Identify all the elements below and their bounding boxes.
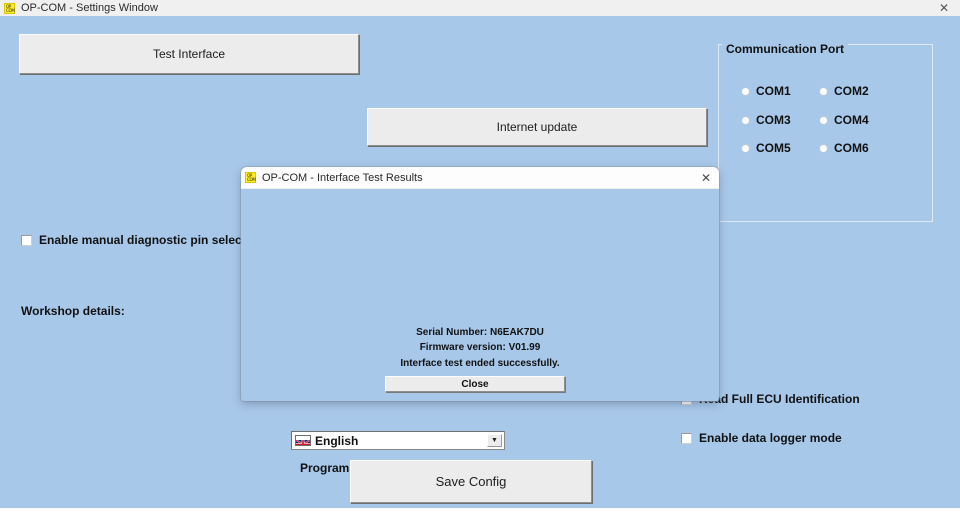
opcom-app-icon: OP COM bbox=[245, 172, 256, 183]
radio-label: COM3 bbox=[756, 113, 791, 127]
radio-icon bbox=[819, 86, 828, 96]
checkbox-label: Enable data logger mode bbox=[699, 431, 842, 445]
dialog-serial-number: Serial Number: N6EAK7DU bbox=[416, 327, 544, 338]
window-title: OP-COM - Settings Window bbox=[21, 2, 158, 14]
radio-com4[interactable]: COM4 bbox=[819, 113, 869, 127]
checkbox-manual-pin-selection[interactable]: Enable manual diagnostic pin selection bbox=[21, 233, 264, 247]
language-select[interactable]: English ▼ bbox=[291, 431, 505, 450]
workshop-details-label: Workshop details: bbox=[21, 304, 125, 318]
dialog-status-message: Interface test ended successfully. bbox=[400, 358, 560, 369]
settings-window: OP COM OP-COM - Settings Window ✕ Test In… bbox=[0, 0, 960, 515]
checkbox-label: Read Full ECU Identification bbox=[699, 392, 860, 406]
uk-flag-icon bbox=[295, 435, 311, 446]
radio-label: COM1 bbox=[756, 84, 791, 98]
interface-test-results-dialog: OP COM OP-COM - Interface Test Results ✕ … bbox=[241, 167, 719, 401]
radio-label: COM4 bbox=[834, 113, 869, 127]
radio-label: COM5 bbox=[756, 141, 791, 155]
language-selected-value: English bbox=[315, 433, 359, 448]
checkbox-enable-data-logger-mode[interactable]: Enable data logger mode bbox=[681, 431, 842, 445]
test-interface-button[interactable]: Test Interface bbox=[19, 34, 359, 74]
radio-label: COM2 bbox=[834, 84, 869, 98]
dialog-close-button[interactable]: Close bbox=[385, 376, 565, 392]
radio-com5[interactable]: COM5 bbox=[741, 141, 791, 155]
dialog-titlebar: OP COM OP-COM - Interface Test Results ✕ bbox=[241, 167, 719, 189]
close-icon[interactable]: ✕ bbox=[697, 170, 715, 185]
window-titlebar: OP COM OP-COM - Settings Window ✕ bbox=[0, 0, 960, 17]
chevron-down-icon[interactable]: ▼ bbox=[487, 434, 502, 447]
checkbox-label: Enable manual diagnostic pin selection bbox=[39, 233, 264, 247]
save-config-button[interactable]: Save Config bbox=[350, 460, 592, 503]
radio-icon bbox=[741, 143, 750, 153]
radio-icon bbox=[741, 115, 750, 125]
program-label: Program bbox=[300, 461, 350, 475]
checkbox-icon bbox=[21, 234, 32, 246]
radio-com3[interactable]: COM3 bbox=[741, 113, 791, 127]
dialog-title: OP-COM - Interface Test Results bbox=[262, 171, 423, 184]
radio-label: COM6 bbox=[834, 141, 869, 155]
radio-com1[interactable]: COM1 bbox=[741, 84, 791, 98]
window-client-area: Test Interface Internet update Enable ma… bbox=[0, 16, 960, 508]
dialog-firmware-version: Firmware version: V01.99 bbox=[419, 342, 541, 353]
radio-icon bbox=[819, 143, 828, 153]
close-icon[interactable]: ✕ bbox=[934, 1, 954, 15]
window-bottom-strip bbox=[0, 508, 960, 515]
radio-icon bbox=[819, 115, 828, 125]
communication-port-legend: Communication Port bbox=[722, 42, 849, 56]
checkbox-icon bbox=[681, 432, 692, 444]
internet-update-button[interactable]: Internet update bbox=[367, 108, 707, 146]
communication-port-group bbox=[718, 44, 933, 222]
radio-com2[interactable]: COM2 bbox=[819, 84, 869, 98]
radio-com6[interactable]: COM6 bbox=[819, 141, 869, 155]
opcom-app-icon: OP COM bbox=[4, 2, 15, 14]
radio-icon bbox=[741, 86, 750, 96]
